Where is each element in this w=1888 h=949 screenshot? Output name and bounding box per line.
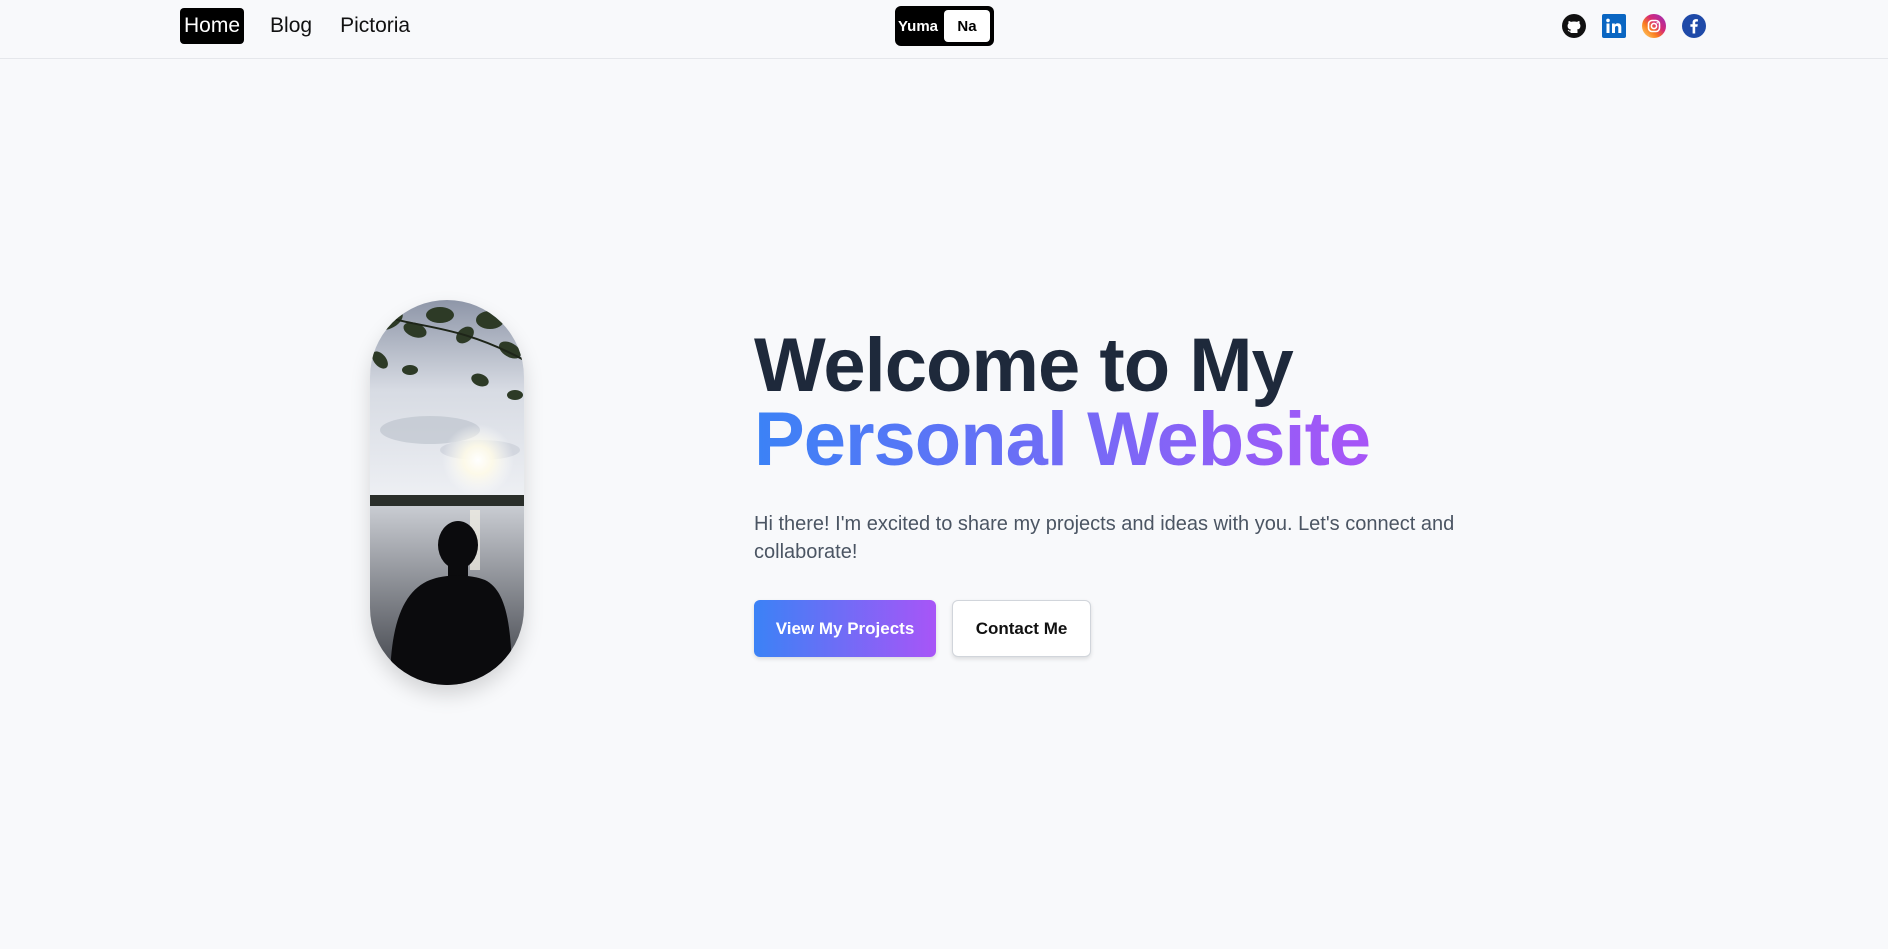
instagram-icon[interactable] <box>1642 14 1666 38</box>
view-projects-button[interactable]: View My Projects <box>754 600 936 657</box>
toggle-option-yuma[interactable]: Yuma <box>895 18 941 35</box>
linkedin-icon[interactable] <box>1602 14 1626 38</box>
hero-subtitle: Hi there! I'm excited to share my projec… <box>754 513 1455 563</box>
top-navbar: Home Blog Pictoria Yuma Na <box>0 0 1888 59</box>
facebook-icon[interactable] <box>1682 14 1706 38</box>
nav-home-link[interactable]: Home <box>180 8 245 44</box>
nav-blog-link[interactable]: Blog <box>266 8 316 44</box>
github-icon[interactable] <box>1562 14 1586 38</box>
social-links <box>1562 14 1706 38</box>
toggle-option-na[interactable]: Na <box>944 10 990 42</box>
profile-photo <box>370 300 524 685</box>
hero-title-line2: Personal Website <box>754 397 1371 482</box>
contact-me-button[interactable]: Contact Me <box>952 600 1091 657</box>
language-toggle[interactable]: Yuma Na <box>895 6 994 46</box>
hero-title-line1: Welcome to My <box>754 323 1294 408</box>
hero-actions: View My Projects Contact Me <box>754 600 1554 657</box>
hero-title: Welcome to My Personal Website <box>754 323 1554 482</box>
nav-pictoria-link[interactable]: Pictoria <box>336 8 414 44</box>
hero-section: Welcome to My Personal Website Hi there!… <box>754 323 1554 657</box>
main-nav: Home Blog Pictoria <box>180 8 426 44</box>
